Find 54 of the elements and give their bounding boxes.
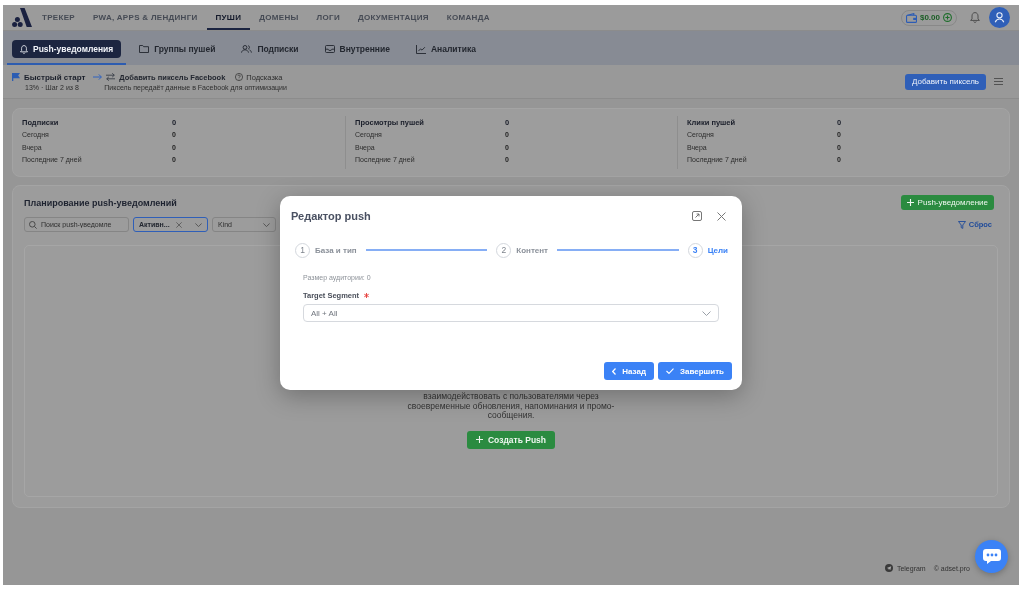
dialog-title: Редактор push <box>291 210 371 222</box>
filter-icon <box>957 220 966 229</box>
nav-tab[interactable]: Внутренние <box>316 40 398 58</box>
nav-item[interactable]: ДОМЕНЫ <box>250 5 308 30</box>
list-icon[interactable] <box>994 78 1003 85</box>
plus-circle-icon <box>943 13 952 22</box>
arrow-right-icon <box>93 74 103 80</box>
avatar-icon[interactable] <box>989 7 1010 28</box>
plus-icon <box>906 199 914 206</box>
bell-icon <box>20 44 28 54</box>
add-pixel-button[interactable]: Добавить пиксель <box>905 73 986 90</box>
nav-item[interactable]: ТРЕКЕР <box>33 5 84 30</box>
nav-tab[interactable]: Подписки <box>233 40 307 58</box>
logo-icon[interactable] <box>12 8 32 27</box>
wallet-icon <box>905 12 917 23</box>
nav-item[interactable]: ЛОГИ <box>307 5 349 30</box>
chevron-down-icon <box>702 310 711 316</box>
folder-icon <box>139 45 150 53</box>
quick-start-title: Быстрый старт <box>24 72 86 82</box>
empty-state-description: взаимодействовать с пользователями через своевременные обновления, напоминания и промо- сообщения. <box>407 392 615 421</box>
search-icon <box>29 220 37 229</box>
nav-item[interactable]: ДОКУМЕНТАЦИЯ <box>348 5 438 30</box>
nav-tab[interactable]: Push-уведомления <box>12 40 122 58</box>
close-icon[interactable] <box>175 221 182 228</box>
finish-button[interactable]: Завершить <box>657 362 732 380</box>
chat-bubble-icon <box>982 549 1001 564</box>
nav-tab[interactable]: Группы пушей <box>131 40 224 58</box>
chat-button[interactable] <box>975 540 1008 573</box>
users-icon <box>241 45 253 53</box>
expand-icon[interactable] <box>692 211 702 221</box>
back-button[interactable]: Назад <box>604 362 654 380</box>
chevron-down-icon <box>195 222 202 227</box>
chevron-down-icon <box>263 222 270 227</box>
close-icon[interactable] <box>717 211 726 221</box>
create-push-button[interactable]: Создать Push <box>466 430 556 449</box>
section-title: Планирование push-уведомлений <box>24 197 177 208</box>
flag-icon <box>12 73 20 81</box>
step-label: Цели <box>707 245 728 255</box>
paper-plane-icon <box>884 564 893 572</box>
chevron-left-icon <box>612 367 617 375</box>
nav-item[interactable]: КОМАНДА <box>437 5 499 30</box>
step-label: Контент <box>516 245 548 255</box>
segment-select[interactable]: All + All <box>303 304 719 322</box>
inbox-icon <box>324 45 335 53</box>
plus-icon <box>475 436 483 443</box>
help-icon <box>235 73 244 81</box>
bell-icon[interactable] <box>970 12 980 23</box>
add-push-button[interactable]: Push-уведомление <box>900 195 994 210</box>
step-label: База и тип <box>315 245 357 255</box>
nav-item[interactable]: PWA, APPS & ЛЕНДИНГИ <box>83 5 207 30</box>
nav-tab[interactable]: Аналитика <box>407 40 484 58</box>
line-chart-icon <box>415 44 426 54</box>
swap-arrows-icon <box>106 73 116 81</box>
check-icon <box>665 368 674 374</box>
